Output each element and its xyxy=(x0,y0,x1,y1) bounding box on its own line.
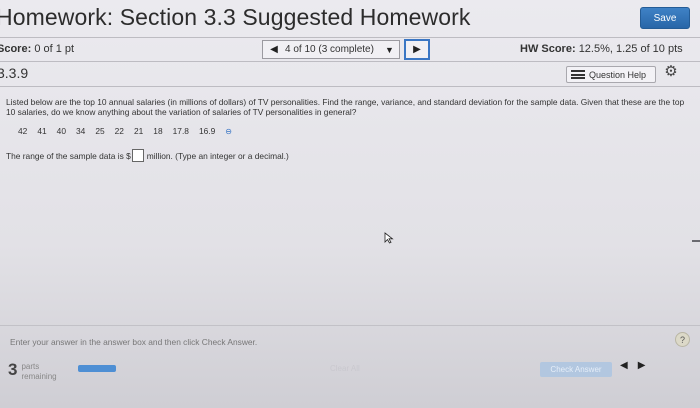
hw-score-value: 12.5%, 1.25 of 10 pts xyxy=(578,43,683,55)
clear-all-button[interactable]: Clear All xyxy=(330,364,360,373)
answer-line: The range of the sample data is $ millio… xyxy=(6,149,289,162)
gear-icon[interactable]: ⚙ xyxy=(663,64,679,80)
mouse-cursor-icon xyxy=(384,232,394,244)
check-answer-button[interactable]: Check Answer xyxy=(540,362,612,377)
salary-value: 17.8 xyxy=(172,126,189,136)
previous-arrow-icon[interactable]: ◀ xyxy=(620,360,628,371)
question-number: 3.3.9 xyxy=(0,65,29,81)
footer-hint: Enter your answer in the answer box and … xyxy=(10,337,258,347)
parts-label: parts remaining xyxy=(21,361,56,381)
score-value: 0 of 1 pt xyxy=(34,43,75,55)
salary-value: 41 xyxy=(37,126,47,136)
salary-value: 25 xyxy=(95,126,105,136)
next-arrow-icon[interactable]: ▶ xyxy=(638,360,646,371)
window-edge-mark xyxy=(692,240,700,242)
question-help-label: Question Help xyxy=(589,69,647,80)
salary-value: 42 xyxy=(18,126,28,136)
question-bar: 3.3.9 Question Help ⚙ xyxy=(0,62,700,84)
list-icon xyxy=(571,70,585,79)
score-text: Score: 0 of 1 pt xyxy=(0,43,74,55)
triangle-right-icon: ▶ xyxy=(413,44,421,55)
parts-remaining: 3 parts remaining xyxy=(8,361,57,381)
parts-count: 3 xyxy=(8,360,18,379)
title-bar: Homework: Section 3.3 Suggested Homework… xyxy=(0,0,700,38)
parts-label-line-2: remaining xyxy=(21,372,57,381)
question-selector[interactable]: ◀ 4 of 10 (3 complete) ▼ xyxy=(262,40,400,59)
salary-value: 40 xyxy=(56,126,66,136)
footer-divider xyxy=(0,325,700,326)
previous-question-icon[interactable]: ◀ xyxy=(263,44,285,55)
salary-value: 21 xyxy=(133,126,144,136)
help-icon[interactable]: ? xyxy=(675,332,690,347)
chevron-down-icon[interactable]: ▼ xyxy=(385,45,399,55)
salary-value: 22 xyxy=(114,126,124,136)
score-row: Score: 0 of 1 pt ◀ 4 of 10 (3 complete) … xyxy=(0,38,700,60)
hw-score-text: HW Score: 12.5%, 1.25 of 10 pts xyxy=(520,43,683,55)
parts-label-line-1: parts xyxy=(21,362,40,371)
salary-value: 18 xyxy=(153,126,163,136)
copy-data-icon[interactable]: ⊖ xyxy=(225,127,232,136)
question-text: Listed below are the top 10 annual salar… xyxy=(6,97,685,117)
answer-prefix: The range of the sample data is $ xyxy=(6,150,131,161)
question-divider xyxy=(0,86,700,87)
answer-suffix: million. (Type an integer or a decimal.) xyxy=(146,150,289,161)
save-button[interactable]: Save xyxy=(640,7,690,29)
question-help-button[interactable]: Question Help xyxy=(566,66,656,83)
bottom-navigation: ◀ ▶ xyxy=(620,360,645,371)
parts-progress-bar xyxy=(78,365,116,372)
range-answer-input[interactable] xyxy=(131,149,144,162)
salary-value: 16.9 xyxy=(198,126,216,136)
hw-score-label: HW Score: xyxy=(520,43,576,55)
page-title: Homework: Section 3.3 Suggested Homework xyxy=(0,4,471,30)
score-label: Score: xyxy=(0,43,32,55)
homework-screen: Homework: Section 3.3 Suggested Homework… xyxy=(0,0,700,408)
next-question-button[interactable]: ▶ xyxy=(404,39,430,60)
salary-values: 42 41 40 34 25 22 21 18 17.8 16.9 ⊖ xyxy=(18,126,232,136)
salary-value: 34 xyxy=(75,126,86,136)
question-count: 4 of 10 (3 complete) xyxy=(285,44,374,55)
parts-progress-fill xyxy=(78,365,116,372)
